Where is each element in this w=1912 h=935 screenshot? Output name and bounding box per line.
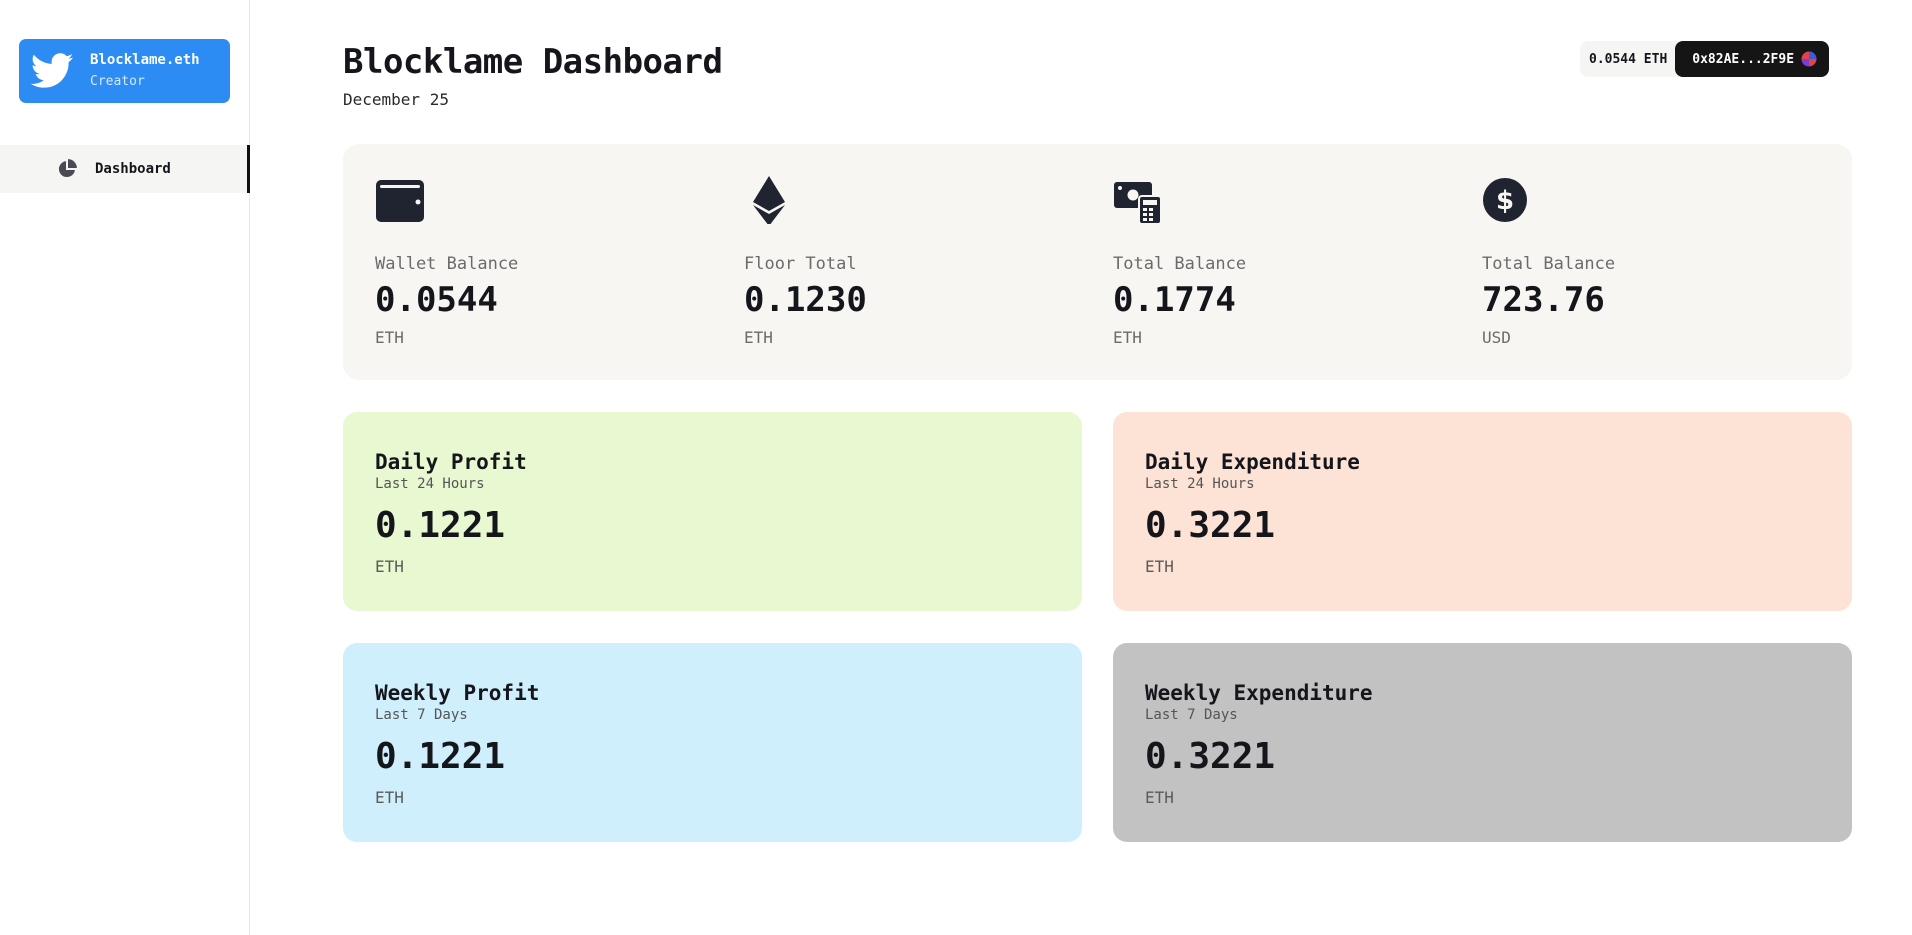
stat-label: Total Balance (1482, 254, 1616, 274)
card-unit: ETH (375, 788, 404, 807)
wallet-avatar-icon (1801, 51, 1817, 67)
stat-value: 0.0544 (375, 280, 498, 320)
profile-name: Blocklame.eth (90, 52, 200, 68)
card-value: 0.3221 (1145, 505, 1276, 546)
card-value: 0.3221 (1145, 736, 1276, 777)
stat-floor-total: Floor Total 0.1230 ETH (744, 176, 1044, 347)
card-unit: ETH (1145, 557, 1174, 576)
daily-profit-card: Daily Profit Last 24 Hours 0.1221 ETH (343, 412, 1082, 611)
stat-unit: ETH (744, 328, 773, 347)
stat-value: 0.1230 (744, 280, 867, 320)
ethereum-icon (753, 176, 785, 224)
card-subtitle: Last 7 Days (1145, 707, 1238, 723)
card-subtitle: Last 7 Days (375, 707, 468, 723)
card-title: Daily Profit (375, 450, 527, 474)
daily-expenditure-card: Daily Expenditure Last 24 Hours 0.3221 E… (1113, 412, 1852, 611)
card-subtitle: Last 24 Hours (1145, 476, 1255, 492)
stat-total-balance-eth: Total Balance 0.1774 ETH (1113, 176, 1413, 347)
stat-label: Floor Total (744, 254, 857, 274)
twitter-bird-icon (31, 53, 74, 88)
wallet-address-button[interactable]: 0x82AE...2F9E (1675, 41, 1830, 77)
profile-text: Blocklame.eth Creator (90, 51, 200, 91)
svg-text:$: $ (1496, 186, 1514, 216)
wallet-icon (376, 180, 424, 222)
stat-wallet-balance: Wallet Balance 0.0544 ETH (375, 176, 675, 347)
card-value: 0.1221 (375, 505, 506, 546)
card-title: Weekly Expenditure (1145, 681, 1373, 705)
profile-role: Creator (90, 74, 145, 89)
stat-label: Wallet Balance (375, 254, 519, 274)
sidebar: Blocklame.eth Creator Dashboard (0, 0, 250, 935)
stat-value: 723.76 (1482, 280, 1605, 320)
card-title: Weekly Profit (375, 681, 540, 705)
stat-value: 0.1774 (1113, 280, 1236, 320)
wallet-widget: 0.0544 ETH 0x82AE...2F9E (1580, 41, 1830, 77)
app-root: Blocklame.eth Creator Dashboard Blocklam… (0, 0, 1912, 935)
card-value: 0.1221 (375, 736, 506, 777)
stat-total-balance-usd: $ Total Balance 723.76 USD (1482, 176, 1782, 347)
weekly-expenditure-card: Weekly Expenditure Last 7 Days 0.3221 ET… (1113, 643, 1852, 842)
card-subtitle: Last 24 Hours (375, 476, 485, 492)
card-unit: ETH (1145, 788, 1174, 807)
weekly-profit-card: Weekly Profit Last 7 Days 0.1221 ETH (343, 643, 1082, 842)
page-date: December 25 (343, 90, 449, 109)
pie-chart-icon (58, 159, 77, 178)
dollar-coin-icon: $ (1483, 178, 1527, 222)
stat-unit: ETH (375, 328, 404, 347)
stat-label: Total Balance (1113, 254, 1247, 274)
sidebar-item-label: Dashboard (95, 161, 171, 177)
stat-unit: USD (1482, 328, 1511, 347)
card-title: Daily Expenditure (1145, 450, 1360, 474)
profile-card[interactable]: Blocklame.eth Creator (19, 39, 230, 103)
eth-balance-badge: 0.0544 ETH (1580, 41, 1680, 77)
money-calculator-icon (1114, 182, 1162, 224)
page-title: Blocklame Dashboard (343, 42, 723, 82)
wallet-address: 0x82AE...2F9E (1692, 51, 1795, 67)
stats-panel: Wallet Balance 0.0544 ETH Floor Total 0.… (343, 144, 1852, 380)
stat-unit: ETH (1113, 328, 1142, 347)
card-unit: ETH (375, 557, 404, 576)
main-content: Blocklame Dashboard December 25 0.0544 E… (250, 0, 1912, 935)
sidebar-item-dashboard[interactable]: Dashboard (0, 145, 250, 193)
